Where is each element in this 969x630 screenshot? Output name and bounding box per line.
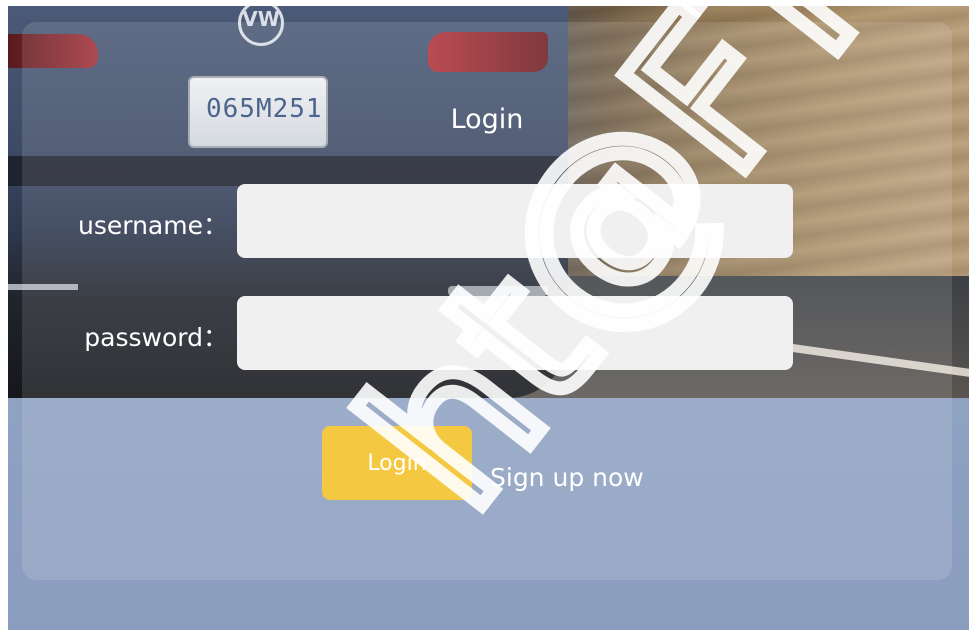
- username-input[interactable]: [237, 184, 793, 258]
- login-title: Login: [450, 104, 524, 135]
- login-button[interactable]: Login: [322, 426, 472, 500]
- signup-link[interactable]: Sign up now: [490, 463, 644, 492]
- password-input[interactable]: [237, 296, 793, 370]
- username-label: username：: [78, 211, 228, 240]
- password-label: password：: [84, 323, 228, 352]
- login-page: VW 065M251 Login username： password： Log…: [8, 6, 969, 630]
